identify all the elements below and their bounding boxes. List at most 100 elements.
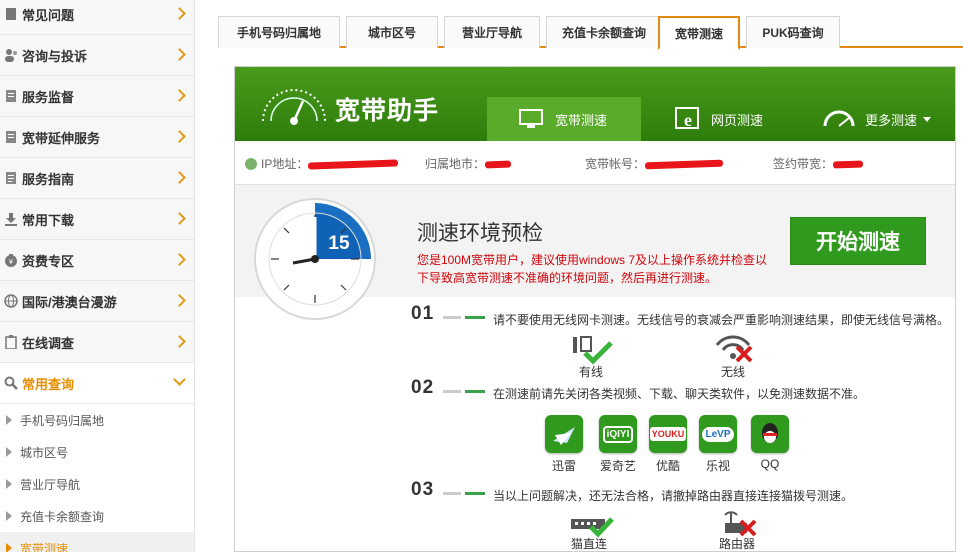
sidebar-item-label: 宽带延伸服务 xyxy=(22,130,101,146)
step-divider xyxy=(443,316,461,319)
redaction-mark xyxy=(644,159,724,170)
stopwatch-dial: 15 xyxy=(254,198,376,320)
magnifier-icon xyxy=(4,375,18,391)
guide-icon xyxy=(4,170,18,186)
redaction-mark xyxy=(484,160,512,169)
download-icon xyxy=(4,211,18,227)
account-info-bar: IP地址： 归属地市： 宽带帐号： 签约带宽： xyxy=(235,141,955,185)
banner-tab-label: 宽带测速 xyxy=(555,112,608,128)
banner-tab-label: 网页测速 xyxy=(711,112,764,128)
chevron-right-icon xyxy=(173,89,186,102)
wireless-cross-icon xyxy=(715,335,753,363)
city-label: 归属地市： xyxy=(425,157,486,171)
banner-tab-broadband[interactable]: 宽带测速 xyxy=(487,97,641,141)
tab-card-balance[interactable]: 充值卡余额查询 xyxy=(546,16,662,48)
document-icon xyxy=(4,129,18,145)
submenu-label: 充值卡余额查询 xyxy=(20,509,105,524)
sidebar-item-label: 常见问题 xyxy=(22,7,75,23)
iqiyi-app-icon: iQIYI xyxy=(599,415,637,453)
option-label: 猫直连 xyxy=(570,537,607,551)
banner: 宽带助手 宽带测速 e 网页测速 更多测速 xyxy=(235,67,955,141)
chevron-right-icon xyxy=(173,335,186,348)
submenu-item-hall-nav[interactable]: 营业厅导航 xyxy=(0,468,194,500)
money-bag-icon: ¥ xyxy=(4,252,18,268)
sidebar-item-label: 资费专区 xyxy=(22,253,75,269)
tab-speedtest[interactable]: 宽带测速 xyxy=(658,16,740,50)
app-label: QQ xyxy=(760,457,780,471)
tab-area-code[interactable]: 城市区号 xyxy=(346,16,438,48)
submenu-item-speedtest[interactable]: 宽带测速 xyxy=(0,532,194,552)
svg-text:¥: ¥ xyxy=(9,259,13,266)
sidebar-item-supervision[interactable]: 服务监督 xyxy=(0,76,194,117)
youku-app-icon: YOUKU xyxy=(649,415,687,453)
chevron-right-icon xyxy=(173,253,186,266)
location-pin-icon xyxy=(245,158,257,170)
start-test-button[interactable]: 开始测速 xyxy=(790,217,926,265)
help-icon xyxy=(4,6,18,22)
brand-title: 宽带助手 xyxy=(335,97,440,125)
submenu-label: 宽带测速 xyxy=(20,541,69,552)
sidebar-item-label: 咨询与投诉 xyxy=(22,48,88,64)
app-root: 常见问题 咨询与投诉 服务监督 宽带延伸服务 服务指南 常用下载 ¥ 资费专区 … xyxy=(0,0,963,552)
city-info: 归属地市： xyxy=(425,155,512,172)
ip-label: IP地址： xyxy=(261,157,309,171)
tab-phone-location[interactable]: 手机号码归属地 xyxy=(218,16,340,48)
bandwidth-label: 签约带宽： xyxy=(773,157,834,171)
step-number: 03 xyxy=(411,479,435,500)
banner-tab-label: 更多测速 xyxy=(865,112,918,128)
triangle-right-icon xyxy=(6,447,12,457)
step-divider xyxy=(465,390,485,393)
submenu-label: 手机号码归属地 xyxy=(20,413,105,428)
triangle-right-icon xyxy=(6,511,12,521)
triangle-right-icon xyxy=(6,415,12,425)
globe-icon xyxy=(4,293,18,309)
triangle-right-icon xyxy=(6,479,12,489)
submenu-label: 城市区号 xyxy=(20,445,69,460)
sidebar-item-guide[interactable]: 服务指南 xyxy=(0,158,194,199)
step-number: 02 xyxy=(411,377,435,398)
clipboard-icon xyxy=(4,334,18,350)
submenu-item-area-code[interactable]: 城市区号 xyxy=(0,436,194,468)
chevron-right-icon xyxy=(173,48,186,61)
sidebar-item-common-query[interactable]: 常用查询 xyxy=(0,363,194,404)
sidebar-item-roaming[interactable]: 国际/港澳台漫游 xyxy=(0,281,194,322)
precheck-title: 测速环境预检 xyxy=(417,222,543,245)
sidebar-item-faq[interactable]: 常见问题 xyxy=(0,0,194,35)
sidebar-item-survey[interactable]: 在线调查 xyxy=(0,322,194,363)
sidebar-item-download[interactable]: 常用下载 xyxy=(0,199,194,240)
step-divider xyxy=(465,492,485,495)
chevron-down-icon xyxy=(173,373,186,386)
sidebar-item-tariff[interactable]: ¥ 资费专区 xyxy=(0,240,194,281)
youku-logo-text: YOUKU xyxy=(649,427,687,441)
sidebar-item-label: 常用查询 xyxy=(22,376,75,392)
submenu-item-phone-location[interactable]: 手机号码归属地 xyxy=(0,404,194,436)
bandwidth-info: 签约带宽： xyxy=(773,155,864,172)
people-icon xyxy=(4,47,18,63)
option-label: 路由器 xyxy=(718,537,755,551)
tab-puk[interactable]: PUK码查询 xyxy=(746,16,840,48)
sidebar-item-broadband-ext[interactable]: 宽带延伸服务 xyxy=(0,117,194,158)
submenu-item-card-balance[interactable]: 充值卡余额查询 xyxy=(0,500,194,532)
qq-app-icon xyxy=(751,415,789,453)
account-label: 宽带帐号： xyxy=(585,157,646,171)
step-text: 请不要使用无线网卡测速。无线信号的衰减会严重影响测速结果，即使无线信号满格。 xyxy=(493,313,950,327)
chevron-right-icon xyxy=(173,212,186,225)
ip-info: IP地址： xyxy=(245,155,399,172)
banner-tab-more[interactable]: 更多测速 xyxy=(823,97,953,141)
redaction-mark xyxy=(308,159,399,170)
caret-down-icon xyxy=(923,116,932,122)
app-label: 迅雷 xyxy=(551,459,576,473)
document-icon xyxy=(4,88,18,104)
tab-hall-nav[interactable]: 营业厅导航 xyxy=(444,16,540,48)
chevron-right-icon xyxy=(173,171,186,184)
chevron-right-icon xyxy=(173,7,186,20)
sidebar-item-consult[interactable]: 咨询与投诉 xyxy=(0,35,194,76)
chevron-right-icon xyxy=(173,130,186,143)
ie-browser-icon: e xyxy=(675,107,699,130)
xunlei-app-icon xyxy=(545,415,583,453)
option-label: 有线 xyxy=(578,365,603,379)
banner-tab-web[interactable]: e 网页测速 xyxy=(675,97,795,141)
monitor-icon xyxy=(519,109,543,128)
account-info: 宽带帐号： xyxy=(585,155,724,172)
option-label: 无线 xyxy=(720,365,745,379)
